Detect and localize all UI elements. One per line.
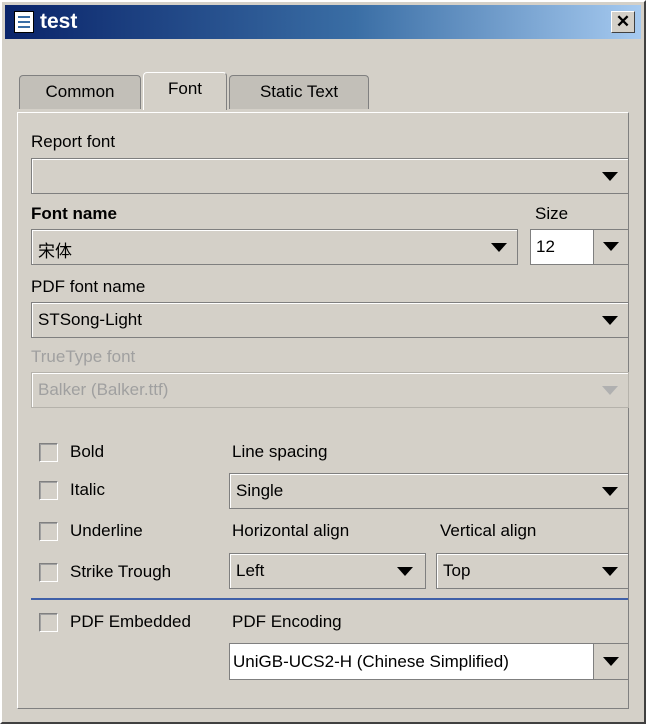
bold-label[interactable]: Bold bbox=[70, 442, 104, 462]
size-combo[interactable]: 12 bbox=[530, 229, 629, 265]
line-spacing-value: Single bbox=[236, 481, 284, 500]
section-separator bbox=[31, 598, 628, 600]
pdf-embedded-label[interactable]: PDF Embedded bbox=[70, 612, 191, 632]
tab-common[interactable]: Common bbox=[19, 75, 141, 109]
report-font-select[interactable] bbox=[31, 158, 629, 194]
chevron-down-icon[interactable] bbox=[397, 567, 413, 576]
chevron-down-icon bbox=[603, 242, 619, 251]
pdf-encoding-dropdown-button[interactable] bbox=[593, 644, 628, 679]
vertical-align-value: Top bbox=[443, 561, 471, 580]
app-icon bbox=[14, 11, 34, 33]
pdf-encoding-label: PDF Encoding bbox=[232, 612, 342, 631]
horizontal-align-value: Left bbox=[236, 561, 265, 580]
chevron-down-icon[interactable] bbox=[491, 243, 507, 252]
italic-label[interactable]: Italic bbox=[70, 480, 105, 500]
chevron-down-icon bbox=[603, 657, 619, 666]
font-name-value: 宋体 bbox=[38, 242, 72, 261]
strike-trough-checkbox[interactable] bbox=[39, 563, 58, 582]
italic-checkbox[interactable] bbox=[39, 481, 58, 500]
truetype-font-select: Balker (Balker.ttf) bbox=[31, 372, 629, 408]
pdf-font-name-select[interactable]: STSong-Light bbox=[31, 302, 629, 338]
size-dropdown-button[interactable] bbox=[593, 230, 628, 264]
pdf-embedded-checkbox[interactable] bbox=[39, 613, 58, 632]
bold-checkbox[interactable] bbox=[39, 443, 58, 462]
size-label: Size bbox=[535, 204, 569, 223]
window-title: test bbox=[40, 10, 78, 33]
font-name-label: Font name bbox=[31, 204, 117, 223]
tab-font[interactable]: Font bbox=[143, 72, 227, 110]
chevron-down-icon[interactable] bbox=[602, 316, 618, 325]
line-spacing-label: Line spacing bbox=[232, 442, 328, 461]
report-font-label: Report font bbox=[31, 132, 116, 151]
tab-static-text-label: Static Text bbox=[259, 82, 339, 101]
horizontal-align-select[interactable]: Left bbox=[229, 553, 426, 589]
font-name-select[interactable]: 宋体 bbox=[31, 229, 518, 265]
pdf-encoding-value: UniGB-UCS2-H (Chinese Simplified) bbox=[233, 652, 509, 671]
pdf-font-name-value: STSong-Light bbox=[38, 310, 142, 329]
horizontal-align-label: Horizontal align bbox=[232, 521, 350, 540]
pdf-font-name-label: PDF font name bbox=[31, 277, 146, 296]
chevron-down-icon[interactable] bbox=[602, 487, 618, 496]
truetype-font-label: TrueType font bbox=[31, 347, 136, 366]
tab-common-label: Common bbox=[45, 82, 115, 101]
chevron-down-icon bbox=[602, 386, 618, 395]
strike-trough-label[interactable]: Strike Trough bbox=[70, 562, 171, 582]
size-value: 12 bbox=[536, 237, 555, 256]
tab-font-label: Font bbox=[167, 79, 203, 98]
pdf-encoding-combo[interactable]: UniGB-UCS2-H (Chinese Simplified) bbox=[229, 643, 629, 680]
vertical-align-label: Vertical align bbox=[440, 521, 537, 540]
underline-label[interactable]: Underline bbox=[70, 521, 143, 541]
title-bar[interactable]: test ✕ bbox=[5, 5, 641, 39]
vertical-align-select[interactable]: Top bbox=[436, 553, 629, 589]
tab-static-text[interactable]: Static Text bbox=[229, 75, 369, 109]
underline-checkbox[interactable] bbox=[39, 522, 58, 541]
truetype-font-value: Balker (Balker.ttf) bbox=[38, 380, 169, 399]
close-icon: ✕ bbox=[615, 12, 631, 31]
chevron-down-icon[interactable] bbox=[602, 172, 618, 181]
line-spacing-select[interactable]: Single bbox=[229, 473, 629, 509]
close-button[interactable]: ✕ bbox=[611, 11, 635, 33]
chevron-down-icon[interactable] bbox=[602, 567, 618, 576]
